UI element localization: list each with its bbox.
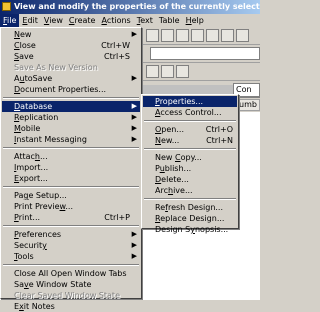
menu-item-export[interactable]: Export... bbox=[2, 173, 140, 184]
menu-table[interactable]: Table bbox=[156, 14, 183, 27]
menu-item-open[interactable]: Open... Ctrl+O bbox=[143, 124, 237, 135]
menu-item-publish[interactable]: Publish... bbox=[143, 163, 237, 174]
menu-item-security[interactable]: Security ▶ bbox=[2, 240, 140, 251]
menu-separator bbox=[3, 264, 139, 266]
menu-item-properties[interactable]: Properties... bbox=[143, 96, 237, 107]
menu-help[interactable]: Help bbox=[183, 14, 207, 27]
menu-separator bbox=[3, 186, 139, 188]
file-menu: New ▶ Close Ctrl+W Save Ctrl+S Save As New … bbox=[0, 27, 142, 311]
menu-separator bbox=[144, 120, 236, 122]
menu-item-print-preview[interactable]: Print Preview... bbox=[2, 201, 140, 212]
toolbar-button[interactable] bbox=[176, 29, 189, 42]
menu-item-document-properties[interactable]: Document Properties... bbox=[2, 84, 140, 95]
menu-item-save-as-new-version: Save As New Version bbox=[14, 63, 98, 72]
menu-item-autosave[interactable]: AutoSave ▶ bbox=[2, 73, 140, 84]
menu-item-replication[interactable]: Replication ▶ bbox=[2, 112, 140, 123]
toolbar-button[interactable] bbox=[146, 29, 159, 42]
menu-separator bbox=[3, 225, 139, 227]
address-field[interactable] bbox=[150, 47, 260, 60]
menu-item-database[interactable]: Database ▶ bbox=[2, 101, 140, 112]
submenu-arrow-icon: ▶ bbox=[131, 102, 137, 110]
submenu-arrow-icon: ▶ bbox=[131, 74, 137, 82]
menu-item-print[interactable]: Print... Ctrl+P bbox=[2, 212, 140, 223]
menu-item-exit-notes[interactable]: Exit Notes bbox=[2, 301, 140, 312]
notes-app-icon bbox=[2, 2, 11, 11]
search-icon[interactable] bbox=[161, 65, 174, 78]
menu-separator bbox=[144, 148, 236, 150]
menu-item-refresh-design[interactable]: Refresh Design... bbox=[143, 202, 237, 213]
menu-item-attach[interactable]: Attach... bbox=[2, 151, 140, 162]
menu-item-replace-design[interactable]: Replace Design... bbox=[143, 213, 237, 224]
menu-item-save[interactable]: Save Ctrl+S bbox=[2, 51, 140, 62]
menu-item-archive[interactable]: Archive... bbox=[143, 185, 237, 196]
submenu-arrow-icon: ▶ bbox=[131, 252, 137, 260]
column-header[interactable]: umb bbox=[238, 99, 260, 111]
menu-separator bbox=[3, 97, 139, 99]
menu-item-clear-saved-window-state: Clear Saved Window State bbox=[14, 291, 120, 300]
title-bar: View and modify the properties of the cu… bbox=[0, 0, 260, 14]
menu-file[interactable]: File bbox=[0, 14, 20, 27]
menu-item-delete[interactable]: Delete... bbox=[143, 174, 237, 185]
submenu-arrow-icon: ▶ bbox=[131, 124, 137, 132]
menu-item-mobile[interactable]: Mobile ▶ bbox=[2, 123, 140, 134]
menu-item-close-all-open-window-tabs[interactable]: Close All Open Window Tabs bbox=[2, 268, 140, 279]
window-title: View and modify the properties of the cu… bbox=[14, 2, 260, 11]
toolbar-button[interactable] bbox=[191, 29, 204, 42]
menu-separator bbox=[3, 147, 139, 149]
menu-item-access-control[interactable]: Access Control... bbox=[143, 107, 237, 118]
toolbar-button[interactable] bbox=[221, 29, 234, 42]
menu-view[interactable]: View bbox=[41, 14, 66, 27]
submenu-arrow-icon: ▶ bbox=[131, 30, 137, 38]
menu-item-save-window-state[interactable]: Save Window State bbox=[2, 279, 140, 290]
menu-item-instant-messaging[interactable]: Instant Messaging ▶ bbox=[2, 134, 140, 145]
menu-item-design-synopsis[interactable]: Design Synopsis... bbox=[143, 224, 237, 235]
toolbar-button[interactable] bbox=[206, 29, 219, 42]
menu-item-new-database[interactable]: New... Ctrl+N bbox=[143, 135, 237, 146]
database-submenu: Properties... Access Control... Open... C… bbox=[141, 94, 239, 234]
menu-item-tools[interactable]: Tools ▶ bbox=[2, 251, 140, 262]
submenu-arrow-icon: ▶ bbox=[131, 241, 137, 249]
menu-item-preferences[interactable]: Preferences ▶ bbox=[2, 229, 140, 240]
toolbar-button[interactable] bbox=[161, 29, 174, 42]
menu-actions[interactable]: Actions bbox=[98, 14, 133, 27]
menu-create[interactable]: Create bbox=[66, 14, 99, 27]
menu-item-new[interactable]: New ▶ bbox=[2, 29, 140, 40]
menu-item-import[interactable]: Import... bbox=[2, 162, 140, 173]
submenu-arrow-icon: ▶ bbox=[131, 230, 137, 238]
submenu-arrow-icon: ▶ bbox=[131, 135, 137, 143]
menu-item-page-setup[interactable]: Page Setup... bbox=[2, 190, 140, 201]
menu-bar: File Edit View Create Actions Text Table Help bbox=[0, 14, 260, 27]
menu-item-new-copy[interactable]: New Copy... bbox=[143, 152, 237, 163]
binoculars-icon[interactable] bbox=[176, 65, 189, 78]
toolbar-button[interactable] bbox=[146, 65, 159, 78]
submenu-arrow-icon: ▶ bbox=[131, 113, 137, 121]
menu-edit[interactable]: Edit bbox=[19, 14, 41, 27]
menu-separator bbox=[144, 198, 236, 200]
menu-text[interactable]: Text bbox=[134, 14, 156, 27]
toolbar-button[interactable] bbox=[236, 29, 249, 42]
menu-item-close[interactable]: Close Ctrl+W bbox=[2, 40, 140, 51]
